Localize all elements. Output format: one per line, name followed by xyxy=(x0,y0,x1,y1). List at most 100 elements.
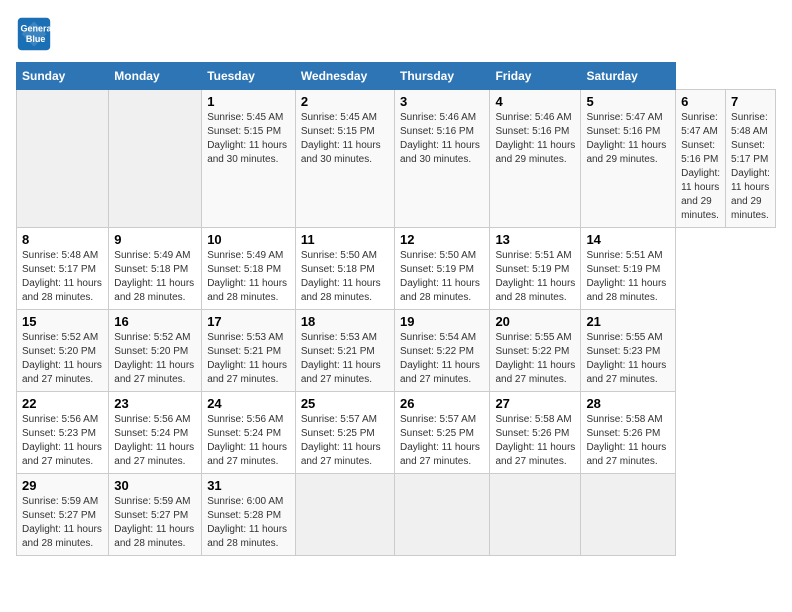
day-info: Sunrise: 5:59 AMSunset: 5:27 PMDaylight:… xyxy=(114,495,196,551)
day-number: 17 xyxy=(207,314,290,329)
day-number: 1 xyxy=(207,94,290,109)
svg-text:General: General xyxy=(21,23,53,33)
day-info: Sunrise: 5:48 AMSunset: 5:17 PMDaylight:… xyxy=(22,249,103,305)
day-info: Sunrise: 5:56 AMSunset: 5:24 PMDaylight:… xyxy=(114,413,196,469)
day-number: 9 xyxy=(114,232,196,247)
calendar-header-cell: Monday xyxy=(109,63,202,90)
calendar-header-row: SundayMondayTuesdayWednesdayThursdayFrid… xyxy=(17,63,776,90)
day-number: 10 xyxy=(207,232,290,247)
day-number: 18 xyxy=(301,314,389,329)
day-info: Sunrise: 5:46 AMSunset: 5:16 PMDaylight:… xyxy=(400,111,484,167)
day-info: Sunrise: 6:00 AMSunset: 5:28 PMDaylight:… xyxy=(207,495,290,551)
day-info: Sunrise: 5:57 AMSunset: 5:25 PMDaylight:… xyxy=(400,413,484,469)
calendar-week-row: 15Sunrise: 5:52 AMSunset: 5:20 PMDayligh… xyxy=(17,310,776,392)
calendar-day-cell: 9 Sunrise: 5:49 AMSunset: 5:18 PMDaylight… xyxy=(109,228,202,310)
calendar-day-cell: 11Sunrise: 5:50 AMSunset: 5:18 PMDayligh… xyxy=(295,228,394,310)
header: General Blue xyxy=(16,16,776,52)
day-info: Sunrise: 5:46 AMSunset: 5:16 PMDaylight:… xyxy=(495,111,575,167)
day-info: Sunrise: 5:58 AMSunset: 5:26 PMDaylight:… xyxy=(586,413,670,469)
day-info: Sunrise: 5:52 AMSunset: 5:20 PMDaylight:… xyxy=(114,331,196,387)
calendar-day-cell: 3 Sunrise: 5:46 AMSunset: 5:16 PMDaylight… xyxy=(394,90,489,228)
calendar-header-cell: Sunday xyxy=(17,63,109,90)
day-number: 4 xyxy=(495,94,575,109)
calendar-day-cell xyxy=(394,474,489,556)
calendar-day-cell xyxy=(295,474,394,556)
day-info: Sunrise: 5:56 AMSunset: 5:23 PMDaylight:… xyxy=(22,413,103,469)
calendar-day-cell xyxy=(17,90,109,228)
day-info: Sunrise: 5:49 AMSunset: 5:18 PMDaylight:… xyxy=(114,249,196,305)
day-number: 23 xyxy=(114,396,196,411)
calendar-day-cell: 4 Sunrise: 5:46 AMSunset: 5:16 PMDaylight… xyxy=(490,90,581,228)
day-info: Sunrise: 5:57 AMSunset: 5:25 PMDaylight:… xyxy=(301,413,389,469)
day-number: 24 xyxy=(207,396,290,411)
day-info: Sunrise: 5:53 AMSunset: 5:21 PMDaylight:… xyxy=(301,331,389,387)
calendar-day-cell: 21 Sunrise: 5:55 AMSunset: 5:23 PMDayligh… xyxy=(581,310,676,392)
calendar-day-cell: 10Sunrise: 5:49 AMSunset: 5:18 PMDayligh… xyxy=(202,228,296,310)
calendar-header-cell: Thursday xyxy=(394,63,489,90)
calendar-day-cell: 22 Sunrise: 5:56 AMSunset: 5:23 PMDayligh… xyxy=(17,392,109,474)
calendar-week-row: 1 Sunrise: 5:45 AMSunset: 5:15 PMDaylight… xyxy=(17,90,776,228)
day-info: Sunrise: 5:45 AMSunset: 5:15 PMDaylight:… xyxy=(301,111,389,167)
calendar-day-cell: 23 Sunrise: 5:56 AMSunset: 5:24 PMDayligh… xyxy=(109,392,202,474)
day-info: Sunrise: 5:54 AMSunset: 5:22 PMDaylight:… xyxy=(400,331,484,387)
calendar-day-cell: 8 Sunrise: 5:48 AMSunset: 5:17 PMDaylight… xyxy=(17,228,109,310)
calendar-day-cell: 30 Sunrise: 5:59 AMSunset: 5:27 PMDayligh… xyxy=(109,474,202,556)
calendar-day-cell: 25Sunrise: 5:57 AMSunset: 5:25 PMDayligh… xyxy=(295,392,394,474)
day-number: 26 xyxy=(400,396,484,411)
day-number: 19 xyxy=(400,314,484,329)
calendar-day-cell: 28 Sunrise: 5:58 AMSunset: 5:26 PMDayligh… xyxy=(581,392,676,474)
day-info: Sunrise: 5:51 AMSunset: 5:19 PMDaylight:… xyxy=(495,249,575,305)
day-number: 16 xyxy=(114,314,196,329)
calendar-day-cell xyxy=(581,474,676,556)
calendar-day-cell: 17 Sunrise: 5:53 AMSunset: 5:21 PMDayligh… xyxy=(202,310,296,392)
calendar-day-cell: 18 Sunrise: 5:53 AMSunset: 5:21 PMDayligh… xyxy=(295,310,394,392)
calendar-day-cell xyxy=(490,474,581,556)
day-number: 6 xyxy=(681,94,720,109)
logo: General Blue xyxy=(16,16,58,52)
calendar-day-cell: 15Sunrise: 5:52 AMSunset: 5:20 PMDayligh… xyxy=(17,310,109,392)
calendar-day-cell: 12 Sunrise: 5:50 AMSunset: 5:19 PMDayligh… xyxy=(394,228,489,310)
day-number: 14 xyxy=(586,232,670,247)
day-info: Sunrise: 5:53 AMSunset: 5:21 PMDaylight:… xyxy=(207,331,290,387)
day-number: 13 xyxy=(495,232,575,247)
calendar-day-cell: 31 Sunrise: 6:00 AMSunset: 5:28 PMDayligh… xyxy=(202,474,296,556)
logo-icon: General Blue xyxy=(16,16,52,52)
day-info: Sunrise: 5:47 AMSunset: 5:16 PMDaylight:… xyxy=(586,111,670,167)
calendar-day-cell: 26 Sunrise: 5:57 AMSunset: 5:25 PMDayligh… xyxy=(394,392,489,474)
calendar-header-cell: Friday xyxy=(490,63,581,90)
day-number: 21 xyxy=(586,314,670,329)
day-number: 8 xyxy=(22,232,103,247)
day-number: 30 xyxy=(114,478,196,493)
calendar-week-row: 22 Sunrise: 5:56 AMSunset: 5:23 PMDayligh… xyxy=(17,392,776,474)
calendar-day-cell: 7Sunrise: 5:48 AMSunset: 5:17 PMDaylight… xyxy=(726,90,776,228)
day-info: Sunrise: 5:47 AMSunset: 5:16 PMDaylight:… xyxy=(681,111,720,223)
calendar-day-cell: 20Sunrise: 5:55 AMSunset: 5:22 PMDayligh… xyxy=(490,310,581,392)
day-number: 3 xyxy=(400,94,484,109)
calendar-day-cell: 14 Sunrise: 5:51 AMSunset: 5:19 PMDayligh… xyxy=(581,228,676,310)
day-info: Sunrise: 5:50 AMSunset: 5:19 PMDaylight:… xyxy=(400,249,484,305)
day-number: 28 xyxy=(586,396,670,411)
calendar-body: 1 Sunrise: 5:45 AMSunset: 5:15 PMDaylight… xyxy=(17,90,776,556)
calendar-header-cell: Tuesday xyxy=(202,63,296,90)
calendar-week-row: 8 Sunrise: 5:48 AMSunset: 5:17 PMDaylight… xyxy=(17,228,776,310)
day-number: 29 xyxy=(22,478,103,493)
day-info: Sunrise: 5:45 AMSunset: 5:15 PMDaylight:… xyxy=(207,111,290,167)
day-info: Sunrise: 5:55 AMSunset: 5:23 PMDaylight:… xyxy=(586,331,670,387)
calendar-week-row: 29 Sunrise: 5:59 AMSunset: 5:27 PMDayligh… xyxy=(17,474,776,556)
calendar-day-cell: 19 Sunrise: 5:54 AMSunset: 5:22 PMDayligh… xyxy=(394,310,489,392)
calendar-day-cell: 1 Sunrise: 5:45 AMSunset: 5:15 PMDaylight… xyxy=(202,90,296,228)
day-number: 5 xyxy=(586,94,670,109)
day-info: Sunrise: 5:56 AMSunset: 5:24 PMDaylight:… xyxy=(207,413,290,469)
calendar-day-cell: 13 Sunrise: 5:51 AMSunset: 5:19 PMDayligh… xyxy=(490,228,581,310)
calendar-day-cell: 2Sunrise: 5:45 AMSunset: 5:15 PMDaylight… xyxy=(295,90,394,228)
calendar-day-cell: 27Sunrise: 5:58 AMSunset: 5:26 PMDayligh… xyxy=(490,392,581,474)
day-number: 31 xyxy=(207,478,290,493)
day-number: 12 xyxy=(400,232,484,247)
calendar-day-cell: 24 Sunrise: 5:56 AMSunset: 5:24 PMDayligh… xyxy=(202,392,296,474)
day-info: Sunrise: 5:55 AMSunset: 5:22 PMDaylight:… xyxy=(495,331,575,387)
day-info: Sunrise: 5:58 AMSunset: 5:26 PMDaylight:… xyxy=(495,413,575,469)
calendar-day-cell: 16 Sunrise: 5:52 AMSunset: 5:20 PMDayligh… xyxy=(109,310,202,392)
day-number: 22 xyxy=(22,396,103,411)
day-info: Sunrise: 5:51 AMSunset: 5:19 PMDaylight:… xyxy=(586,249,670,305)
calendar-day-cell: 6 Sunrise: 5:47 AMSunset: 5:16 PMDaylight… xyxy=(676,90,726,228)
